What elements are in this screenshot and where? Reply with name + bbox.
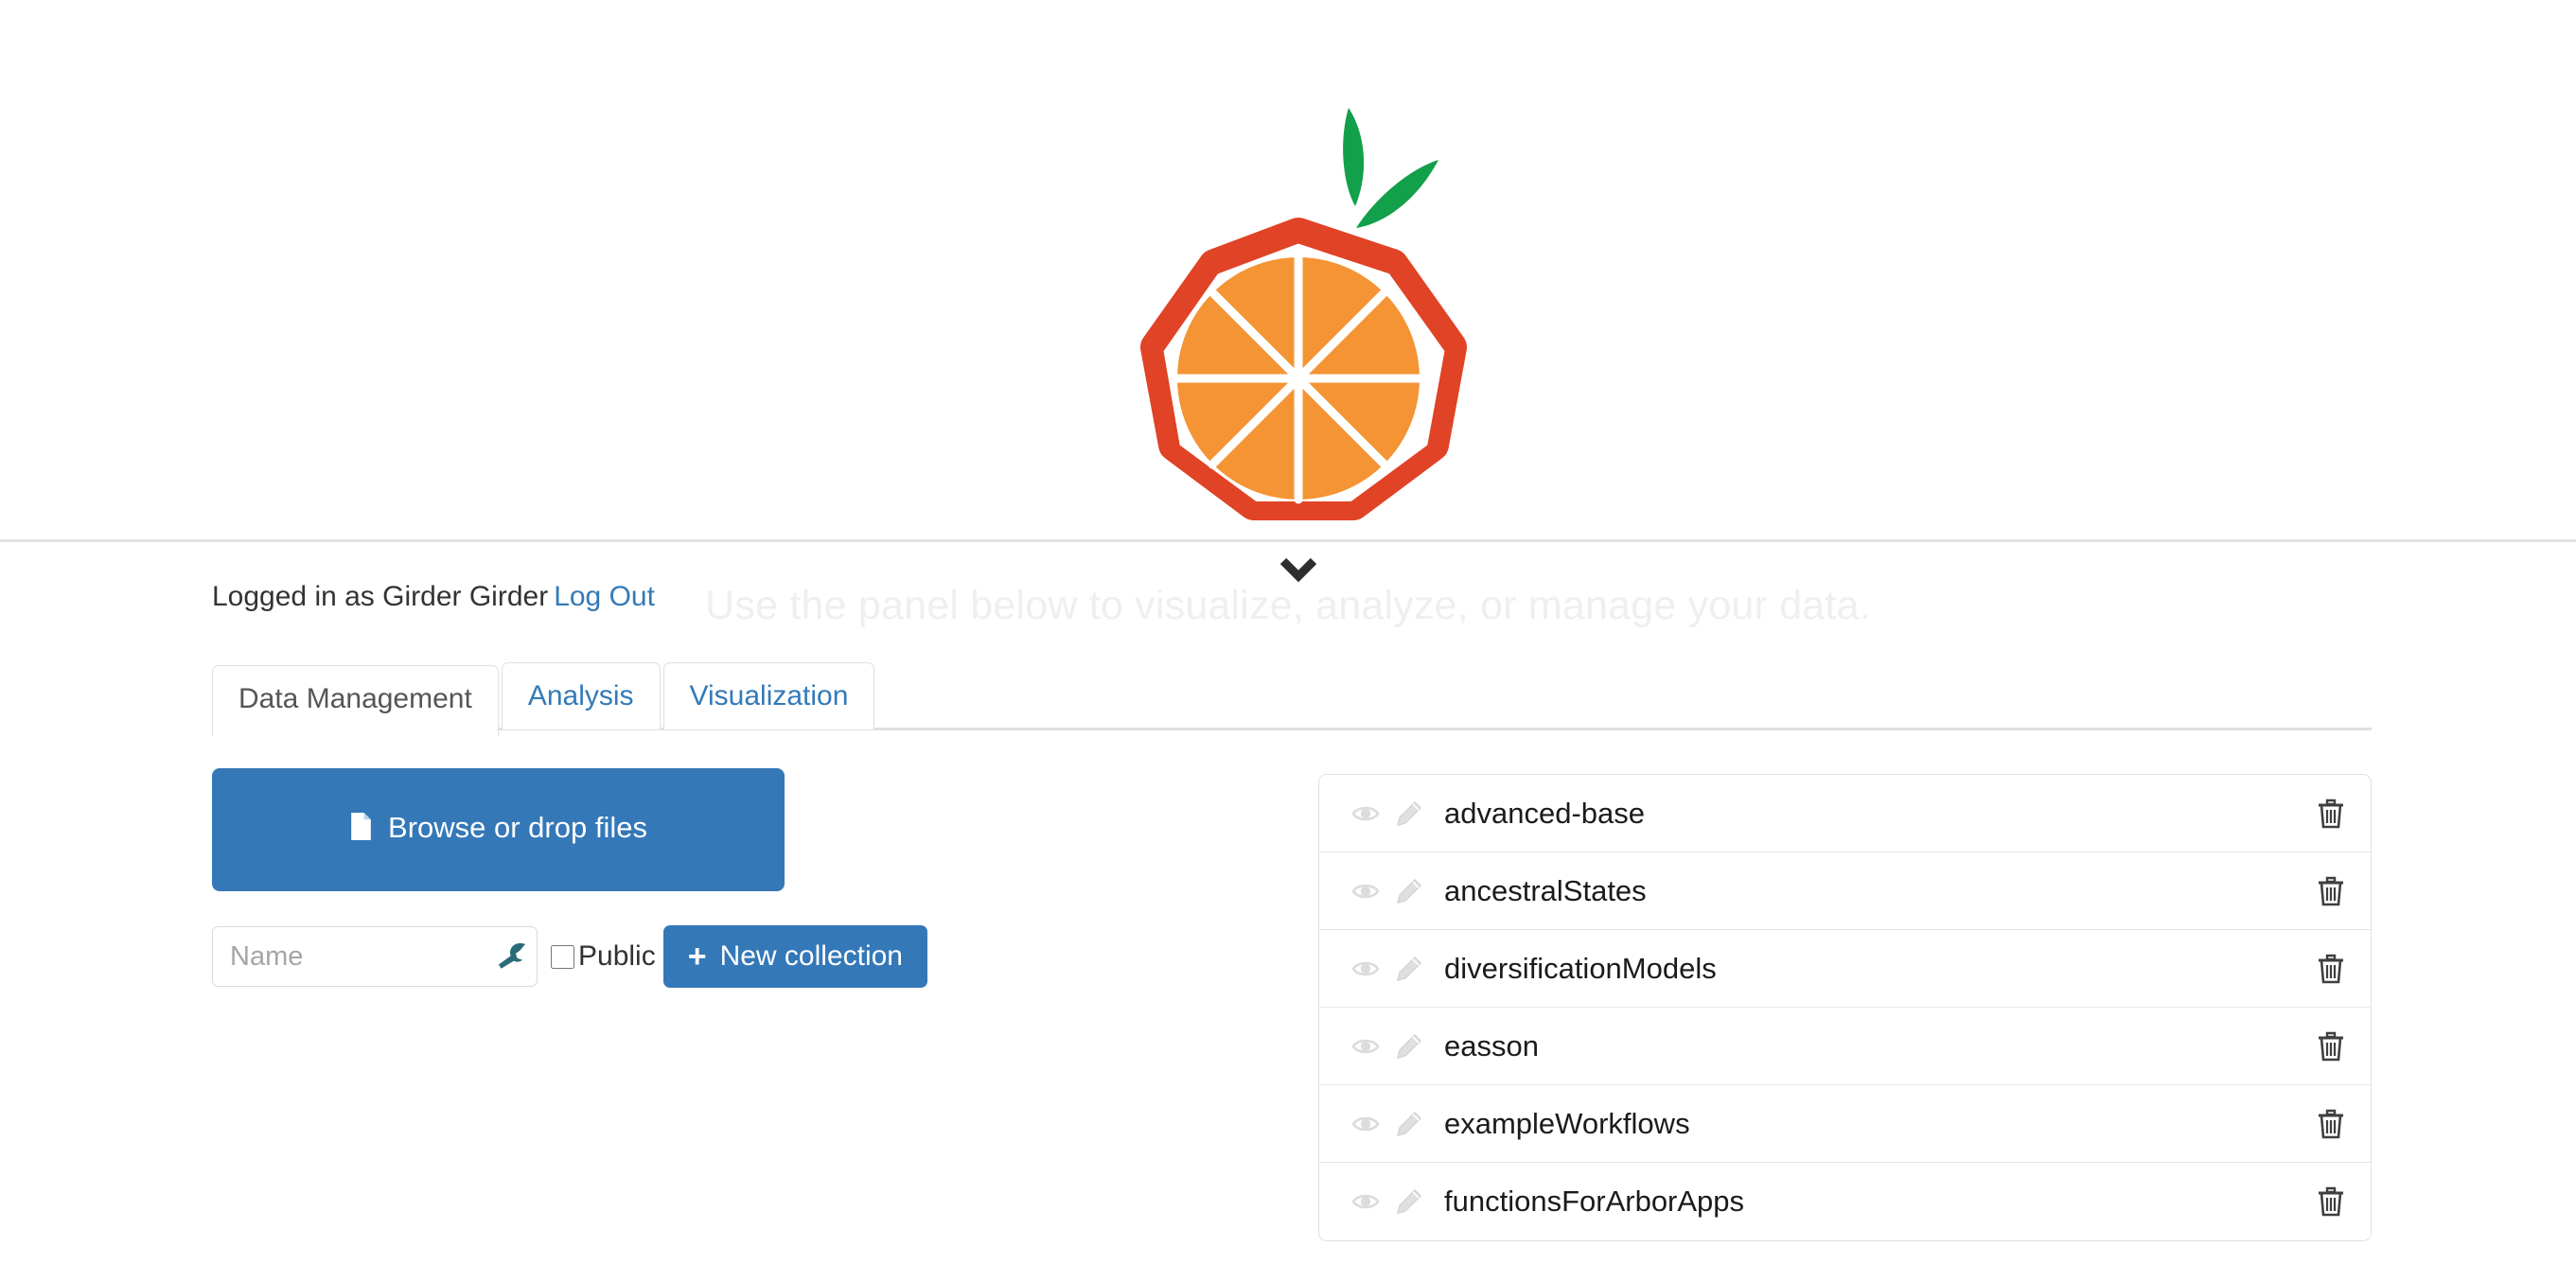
arbor-logo: [1119, 99, 1478, 541]
browse-or-drop-files-button[interactable]: Browse or drop files: [212, 768, 785, 891]
eye-icon[interactable]: [1351, 799, 1380, 828]
eye-icon[interactable]: [1351, 955, 1380, 983]
collection-name: advanced-base: [1444, 796, 1645, 830]
hero-banner: [0, 0, 2576, 541]
log-out-link[interactable]: Log Out: [554, 581, 655, 612]
pencil-icon[interactable]: [1395, 1187, 1423, 1216]
eye-icon[interactable]: [1351, 877, 1380, 905]
leaf-left-icon: [1343, 108, 1365, 206]
eye-icon[interactable]: [1351, 1187, 1380, 1216]
list-item[interactable]: diversificationModels: [1319, 930, 2371, 1008]
page-root: Use the panel below to visualize, analyz…: [0, 0, 2576, 1264]
public-checkbox[interactable]: [551, 944, 574, 969]
trash-icon[interactable]: [2316, 953, 2346, 985]
pencil-icon[interactable]: [1395, 799, 1423, 828]
collection-name-input[interactable]: [212, 926, 538, 987]
pencil-icon[interactable]: [1395, 1110, 1423, 1138]
tab-visualization[interactable]: Visualization: [662, 662, 875, 730]
list-item[interactable]: advanced-base: [1319, 775, 2371, 852]
collection-name: exampleWorkflows: [1444, 1106, 1690, 1140]
hero-divider: [0, 539, 2576, 542]
list-item[interactable]: functionsForArborApps: [1319, 1163, 2371, 1240]
chevron-down-icon[interactable]: [1278, 553, 1319, 585]
file-icon: [349, 812, 373, 849]
list-item[interactable]: exampleWorkflows: [1319, 1085, 2371, 1163]
public-checkbox-label[interactable]: Public: [578, 940, 656, 973]
name-input-wrapper: [212, 926, 538, 987]
list-item[interactable]: easson: [1319, 1008, 2371, 1085]
pencil-icon[interactable]: [1395, 955, 1423, 983]
plus-icon: +: [687, 938, 707, 974]
new-collection-button[interactable]: + New collection: [662, 925, 927, 988]
logged-in-text: Logged in as Girder Girder: [212, 581, 549, 612]
eye-icon[interactable]: [1351, 1032, 1380, 1061]
collection-name: easson: [1444, 1028, 1539, 1062]
arbor-logo-svg: [1140, 108, 1467, 520]
pencil-icon[interactable]: [1395, 877, 1423, 905]
trash-icon[interactable]: [2316, 1185, 2346, 1218]
collection-name: ancestralStates: [1444, 873, 1647, 907]
tab-analysis[interactable]: Analysis: [501, 662, 661, 730]
trash-icon[interactable]: [2316, 875, 2346, 907]
data-management-panel: Browse or drop files Public + New collect…: [212, 768, 1234, 988]
eye-icon[interactable]: [1351, 1110, 1380, 1138]
trash-icon[interactable]: [2316, 1108, 2346, 1140]
collection-name: functionsForArborApps: [1444, 1185, 1745, 1218]
wrench-icon[interactable]: [496, 941, 528, 972]
tab-data-management[interactable]: Data Management: [212, 665, 499, 736]
trash-icon[interactable]: [2316, 798, 2346, 830]
leaf-right-icon: [1356, 160, 1438, 228]
session-status: Logged in as Girder Girder Log Out: [212, 581, 655, 613]
collection-name: diversificationModels: [1444, 951, 1717, 985]
pencil-icon[interactable]: [1395, 1032, 1423, 1061]
tab-bar: Data Management Analysis Visualization: [212, 662, 2372, 736]
new-collection-label: New collection: [719, 939, 903, 972]
new-collection-row: Public + New collection: [212, 925, 927, 988]
collections-list: advanced-base ancestralStates diversific…: [1318, 774, 2372, 1241]
browse-button-label: Browse or drop files: [388, 811, 647, 844]
trash-icon[interactable]: [2316, 1030, 2346, 1062]
list-item[interactable]: ancestralStates: [1319, 852, 2371, 930]
